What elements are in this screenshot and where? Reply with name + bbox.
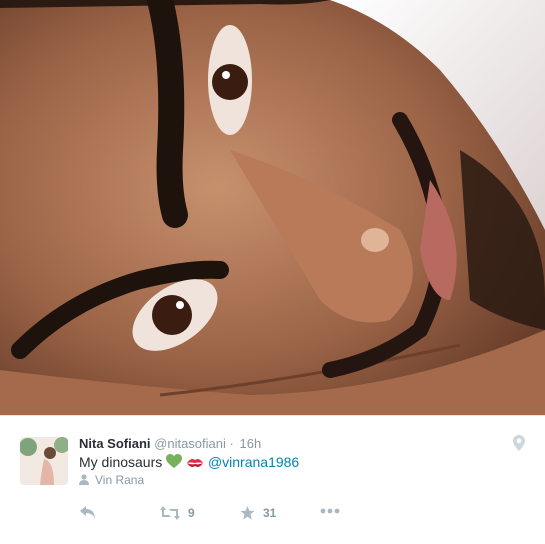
more-button[interactable] xyxy=(320,508,340,514)
favorite-button[interactable]: 31 xyxy=(240,506,276,520)
tweet-text: My dinosaurs @vinrana1986 xyxy=(79,454,299,470)
author-handle[interactable]: @nitasofiani xyxy=(154,436,226,451)
author-name[interactable]: Nita Sofiani xyxy=(79,436,151,451)
tagged-user-name: Vin Rana xyxy=(95,473,145,487)
reply-icon xyxy=(80,506,95,518)
tweet-card: Nita Sofiani @nitasofiani · 16h My dinos… xyxy=(0,415,545,544)
star-icon xyxy=(240,506,255,520)
retweet-icon xyxy=(160,506,180,520)
timestamp[interactable]: 16h xyxy=(239,436,261,451)
tagged-users[interactable]: Vin Rana xyxy=(79,473,144,487)
person-icon xyxy=(79,474,89,485)
more-dots-icon xyxy=(320,508,340,514)
retweet-button[interactable]: 9 xyxy=(160,506,195,520)
reply-button[interactable] xyxy=(80,506,96,518)
retweet-count: 9 xyxy=(188,506,195,520)
mention-link[interactable]: @vinrana1986 xyxy=(208,454,299,470)
tweet-header: Nita Sofiani @nitasofiani · 16h xyxy=(79,436,261,451)
avatar[interactable] xyxy=(20,437,68,485)
tweet-text-body: My dinosaurs xyxy=(79,454,163,470)
green-heart-emoji xyxy=(166,454,183,468)
separator: · xyxy=(229,436,234,451)
location-pin-icon[interactable] xyxy=(513,435,525,451)
favorite-count: 31 xyxy=(263,506,277,520)
photo-image xyxy=(0,0,545,415)
kiss-mark-emoji xyxy=(187,459,204,467)
tweet-photo[interactable] xyxy=(0,0,545,415)
avatar-image xyxy=(20,437,68,485)
